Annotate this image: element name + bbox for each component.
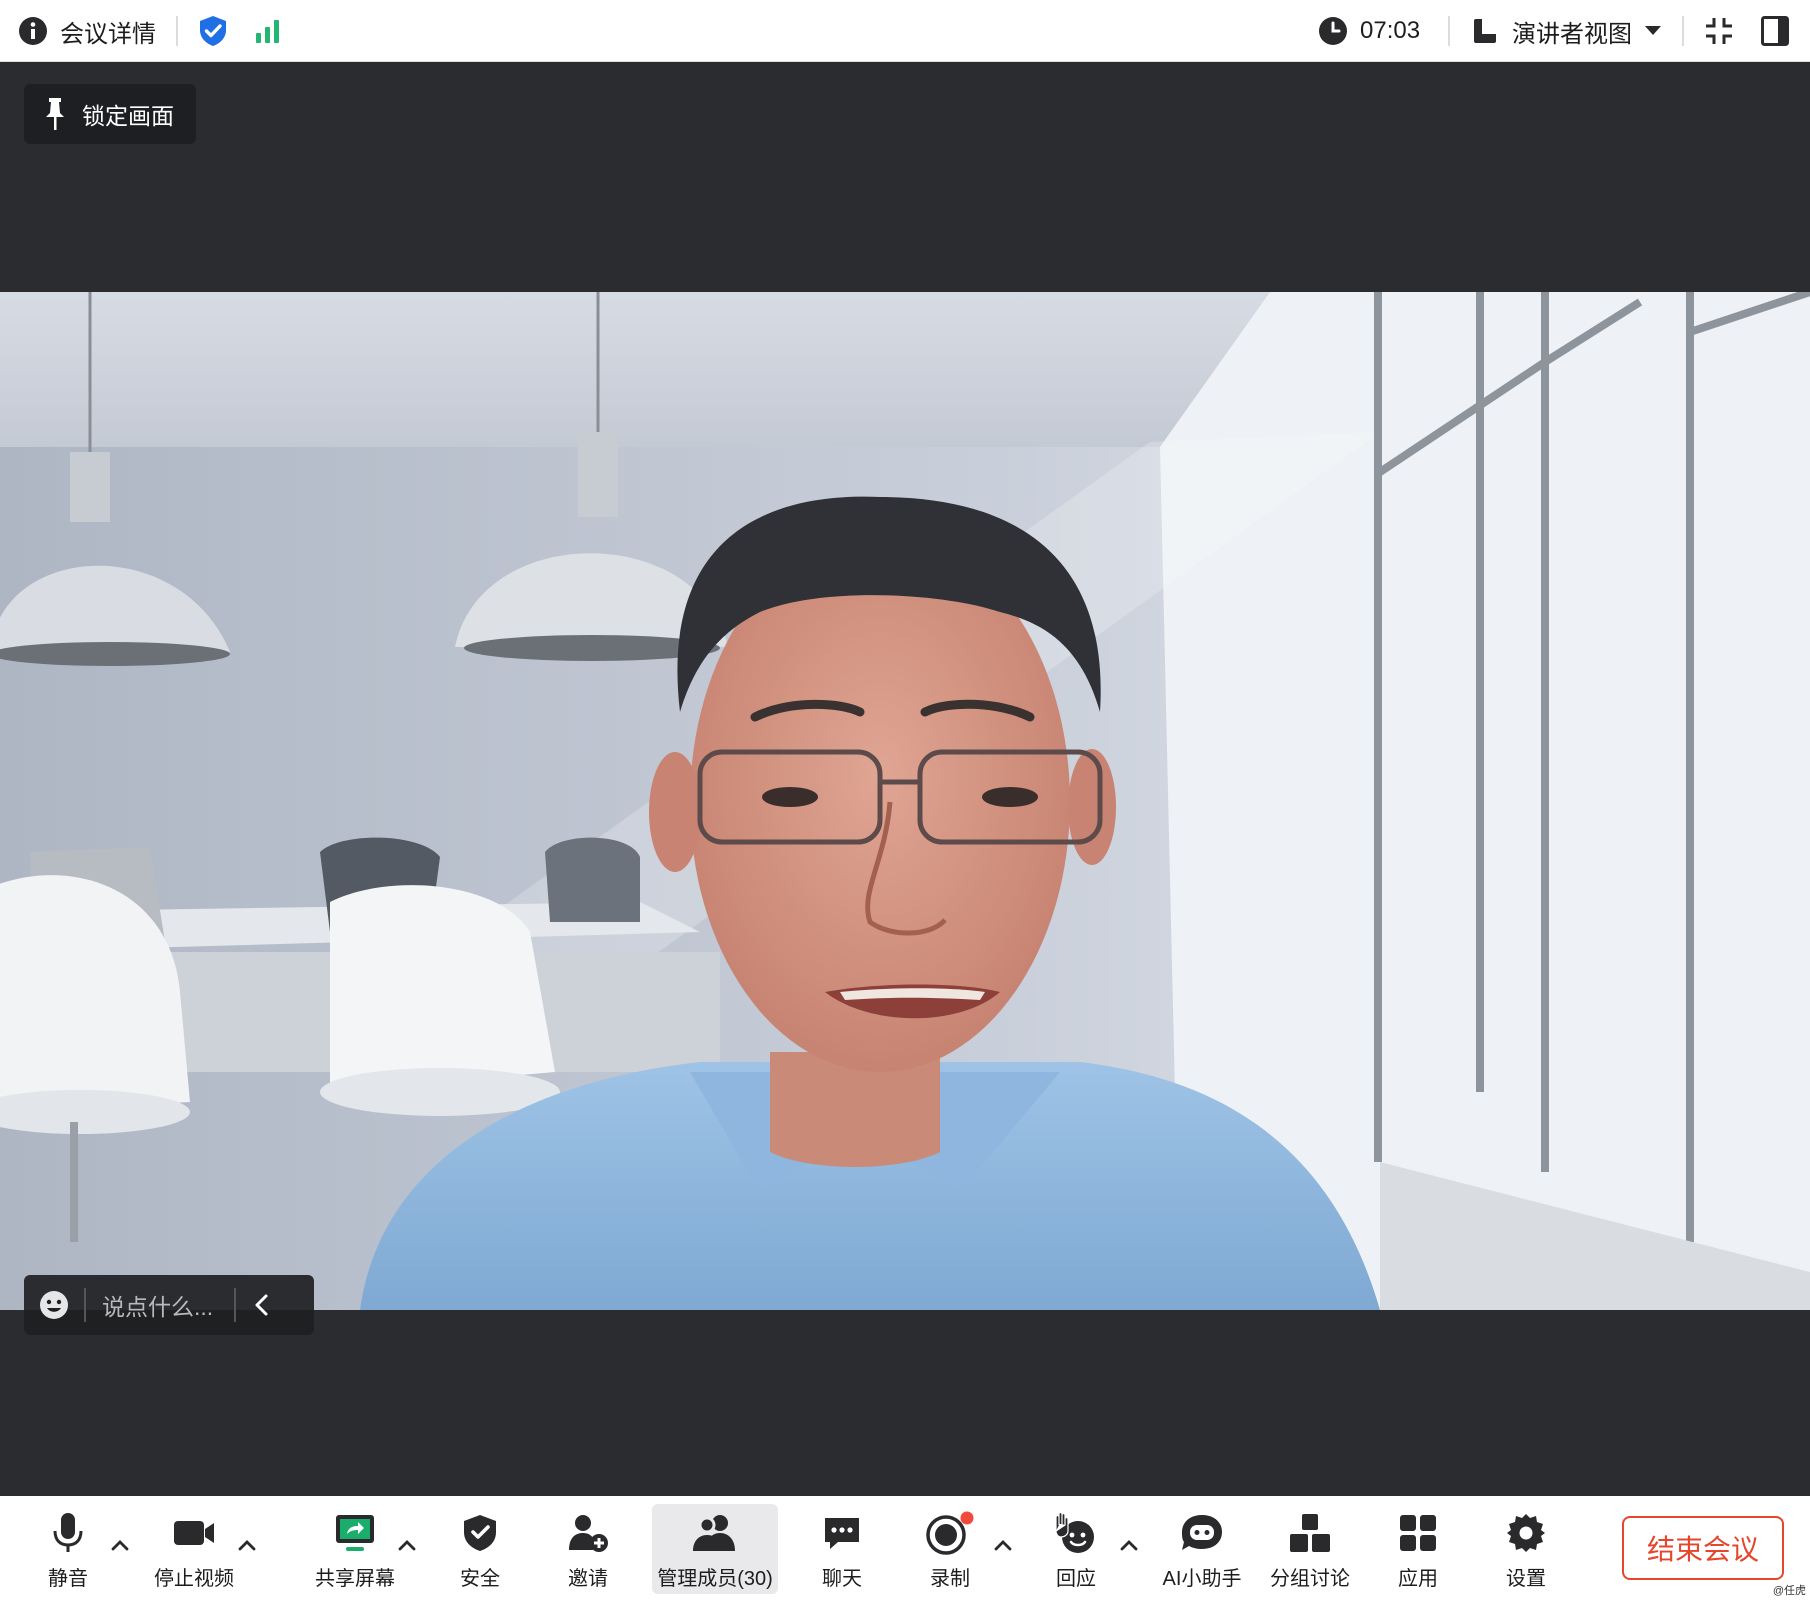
share-screen-button[interactable]: 共享屏幕	[310, 1496, 400, 1600]
participants-icon	[693, 1515, 735, 1551]
view-mode-label: 演讲者视图	[1512, 20, 1632, 48]
divider	[234, 1288, 236, 1322]
record-icon	[926, 1511, 974, 1555]
signal-bars-icon	[256, 20, 279, 43]
chat-input-placeholder[interactable]: 说点什么...	[102, 1288, 234, 1322]
divider	[1682, 16, 1684, 46]
reaction-label: 回应	[1056, 1568, 1096, 1590]
chat-label: 聊天	[822, 1568, 862, 1590]
info-icon	[19, 17, 47, 45]
reaction-button[interactable]: 回应	[1036, 1496, 1116, 1600]
security-button[interactable]: 安全	[440, 1496, 520, 1600]
ai-robot-icon	[1182, 1515, 1222, 1550]
lock-view-button[interactable]: 锁定画面	[24, 84, 196, 144]
chevron-left-icon[interactable]	[252, 1293, 272, 1317]
security-shield-icon	[464, 1515, 496, 1551]
timer-text: 07:03	[1360, 17, 1421, 44]
end-meeting-button[interactable]: 结束会议	[1622, 1516, 1784, 1580]
quick-chat-bar[interactable]: 说点什么...	[24, 1275, 314, 1335]
mute-button[interactable]: 静音	[30, 1496, 106, 1600]
sidebar-toggle-button[interactable]	[1760, 0, 1790, 62]
meeting-info-button[interactable]: 会议详情	[18, 0, 156, 62]
meeting-info-label: 会议详情	[60, 20, 156, 48]
microphone-icon	[53, 1513, 83, 1552]
invite-button[interactable]: 邀请	[548, 1496, 628, 1600]
video-options-caret-icon[interactable]	[236, 1534, 258, 1556]
share-options-caret-icon[interactable]	[396, 1534, 418, 1556]
video-camera-icon	[174, 1521, 214, 1545]
record-label: 录制	[930, 1568, 970, 1590]
apps-grid-icon	[1400, 1515, 1436, 1551]
video-frame-image	[0, 292, 1810, 1310]
exit-fullscreen-button[interactable]	[1704, 0, 1734, 62]
chat-button[interactable]: 聊天	[802, 1496, 882, 1600]
breakout-rooms-button[interactable]: 分组讨论	[1264, 1496, 1356, 1600]
divider	[176, 16, 178, 46]
invite-label: 邀请	[568, 1568, 608, 1590]
raise-hand-emoji-icon	[1055, 1511, 1094, 1553]
security-shield-button[interactable]	[198, 0, 228, 62]
record-options-caret-icon[interactable]	[992, 1534, 1014, 1556]
record-button[interactable]: 录制	[910, 1496, 990, 1600]
invite-user-icon	[569, 1515, 608, 1552]
divider	[84, 1288, 86, 1322]
apps-label: 应用	[1398, 1568, 1438, 1590]
side-panel-icon	[1761, 16, 1789, 46]
share-screen-icon	[336, 1515, 374, 1551]
shield-check-icon	[200, 16, 226, 46]
manage-participants-label: 管理成员(30)	[657, 1568, 773, 1590]
breakout-groups-icon	[1290, 1514, 1330, 1552]
settings-label: 设置	[1506, 1568, 1546, 1590]
manage-participants-button[interactable]: 管理成员(30)	[652, 1504, 778, 1594]
watermark: @任虎	[1772, 1585, 1806, 1597]
settings-button[interactable]: 设置	[1486, 1496, 1566, 1600]
layout-icon	[1474, 19, 1496, 43]
mute-options-caret-icon[interactable]	[109, 1534, 131, 1556]
chat-bubble-icon	[825, 1518, 859, 1549]
stop-video-label: 停止视频	[154, 1568, 234, 1590]
reaction-options-caret-icon[interactable]	[1118, 1534, 1140, 1556]
breakout-rooms-label: 分组讨论	[1270, 1568, 1350, 1590]
apps-button[interactable]: 应用	[1378, 1496, 1458, 1600]
mute-label: 静音	[48, 1568, 88, 1590]
share-screen-label: 共享屏幕	[315, 1568, 395, 1590]
lock-view-label: 锁定画面	[82, 103, 174, 129]
divider	[1448, 16, 1450, 46]
top-bar: 会议详情 07:03 演讲者视图	[0, 0, 1810, 62]
participant-video[interactable]	[0, 292, 1810, 1310]
clock-icon	[1319, 17, 1347, 45]
emoji-icon	[40, 1291, 68, 1319]
collapse-fullscreen-icon	[1706, 18, 1732, 44]
stop-video-button[interactable]: 停止视频	[148, 1496, 240, 1600]
pin-icon	[46, 98, 64, 130]
ai-assistant-label: AI小助手	[1162, 1568, 1242, 1590]
caret-down-icon	[1645, 26, 1661, 35]
meeting-timer: 07:03	[1318, 0, 1420, 62]
gear-icon	[1507, 1514, 1545, 1552]
network-signal-button[interactable]	[254, 0, 284, 62]
security-label: 安全	[460, 1568, 500, 1590]
ai-assistant-button[interactable]: AI小助手	[1156, 1496, 1248, 1600]
view-mode-dropdown[interactable]: 演讲者视图	[1472, 0, 1662, 62]
